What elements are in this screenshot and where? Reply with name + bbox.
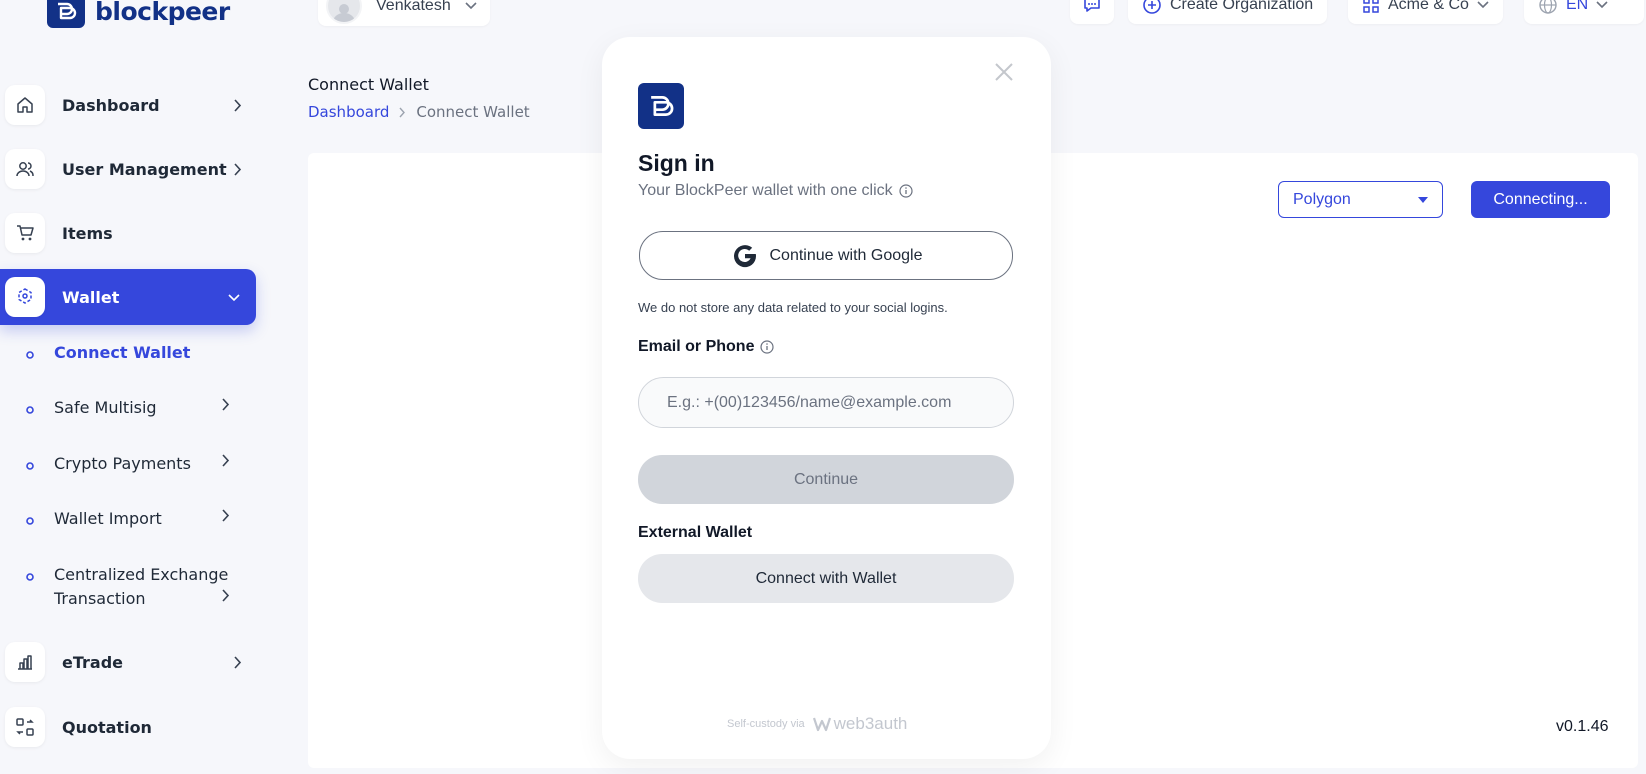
language-switcher[interactable]: EN xyxy=(1524,0,1644,24)
sidebar-item-items[interactable]: Items xyxy=(0,205,256,261)
external-wallet-label: External Wallet xyxy=(638,524,753,541)
web3auth-icon xyxy=(812,717,831,732)
sidebar-item-label: eTrade xyxy=(62,652,123,672)
sidebar-item-label: Wallet xyxy=(62,287,120,307)
web3auth-name: web3auth xyxy=(833,714,908,733)
blockpeer-logo-icon xyxy=(47,0,85,28)
chevron-down-icon xyxy=(228,294,240,302)
chevron-right-icon xyxy=(222,398,230,411)
web3auth-footer: Self-custody via web3auth xyxy=(727,714,907,734)
page-title: Connect Wallet xyxy=(308,75,429,94)
brand-logo[interactable]: blockpeer xyxy=(47,0,230,28)
chevron-right-icon xyxy=(222,589,230,602)
wallet-icon xyxy=(5,277,45,317)
email-phone-input[interactable] xyxy=(638,377,1014,428)
bullet-icon xyxy=(26,406,34,414)
chevron-right-icon xyxy=(222,454,230,467)
avatar xyxy=(326,0,362,24)
sidebar-item-wallet[interactable]: Wallet xyxy=(0,269,256,325)
chevron-down-icon xyxy=(1477,1,1489,9)
connect-with-wallet-button[interactable]: Connect with Wallet xyxy=(638,554,1014,603)
chevron-right-icon xyxy=(234,656,242,669)
chevron-right-icon xyxy=(399,107,406,117)
chevron-down-icon xyxy=(1596,1,1608,9)
breadcrumb: Dashboard Connect Wallet xyxy=(308,103,530,121)
bullet-icon xyxy=(26,573,34,581)
modal-title: Sign in xyxy=(638,150,715,176)
organization-switcher[interactable]: Acme & Co xyxy=(1348,0,1503,24)
modal-subtitle: Your BlockPeer wallet with one click xyxy=(638,182,913,200)
social-login-disclaimer: We do not store any data related to your… xyxy=(638,300,948,315)
sidebar-item-dashboard[interactable]: Dashboard xyxy=(0,77,256,133)
close-icon[interactable] xyxy=(993,61,1015,83)
brand-name: blockpeer xyxy=(95,0,230,26)
info-icon[interactable] xyxy=(899,184,913,198)
swap-icon xyxy=(5,707,45,747)
breadcrumb-current: Connect Wallet xyxy=(416,103,530,121)
sidebar-item-label: Quotation xyxy=(62,717,152,737)
email-phone-label: Email or Phone xyxy=(638,338,775,356)
sidebar-item-user-management[interactable]: User Management xyxy=(0,141,256,197)
modal-subtitle-text: Your BlockPeer wallet with one click xyxy=(638,182,893,199)
connect-wallet-button[interactable]: Connecting... xyxy=(1471,181,1610,218)
chevron-right-icon xyxy=(234,163,242,176)
google-icon xyxy=(733,244,756,267)
chevron-right-icon xyxy=(234,99,242,112)
footer-prefix: Self-custody via xyxy=(727,718,805,730)
home-icon xyxy=(5,85,45,125)
sidebar-item-label: Items xyxy=(62,223,113,243)
info-icon[interactable] xyxy=(760,340,775,354)
sidebar-subitem-label-line2: Transaction xyxy=(54,589,146,608)
sidebar-subitem-label: Safe Multisig xyxy=(54,398,157,417)
network-select-value: Polygon xyxy=(1293,190,1351,208)
bar-chart-icon xyxy=(5,642,45,682)
sidebar-subitem-label: Wallet Import xyxy=(54,509,162,528)
user-menu[interactable]: Venkatesh xyxy=(318,0,490,26)
sidebar-subitem-label: Crypto Payments xyxy=(54,454,191,473)
breadcrumb-dashboard[interactable]: Dashboard xyxy=(308,103,389,121)
bullet-icon xyxy=(26,351,34,359)
chevron-right-icon xyxy=(222,509,230,522)
create-organization-label: Create Organization xyxy=(1170,0,1314,13)
chat-button[interactable] xyxy=(1070,0,1114,24)
sidebar-item-quotation[interactable]: Quotation xyxy=(0,699,256,755)
bullet-icon xyxy=(26,462,34,470)
create-organization-button[interactable]: Create Organization xyxy=(1128,0,1328,24)
blockpeer-logo-icon xyxy=(638,83,684,129)
user-name: Venkatesh xyxy=(376,0,451,14)
caret-down-icon xyxy=(1418,196,1428,203)
grid-icon xyxy=(1363,0,1379,13)
chat-icon xyxy=(1084,0,1100,12)
cart-icon xyxy=(5,213,45,253)
globe-icon xyxy=(1539,0,1557,14)
sidebar-subitem-label: Connect Wallet xyxy=(54,343,191,362)
google-button-label: Continue with Google xyxy=(769,246,923,264)
continue-button[interactable]: Continue xyxy=(638,455,1014,504)
users-icon xyxy=(5,149,45,189)
app-version: v0.1.46 xyxy=(1556,718,1609,735)
organization-name: Acme & Co xyxy=(1388,0,1469,13)
sidebar-item-label: User Management xyxy=(62,159,227,179)
network-select[interactable]: Polygon xyxy=(1278,181,1443,218)
sidebar-item-label: Dashboard xyxy=(62,95,160,115)
email-phone-label-text: Email or Phone xyxy=(638,338,755,355)
sidebar-subitem-label: Centralized Exchange xyxy=(54,565,229,584)
continue-with-google-button[interactable]: Continue with Google xyxy=(639,231,1013,280)
web3auth-logo: web3auth xyxy=(812,714,908,734)
chevron-down-icon xyxy=(465,2,477,10)
sidebar-item-etrade[interactable]: eTrade xyxy=(0,634,256,690)
plus-circle-icon xyxy=(1143,0,1161,14)
bullet-icon xyxy=(26,517,34,525)
language-code: EN xyxy=(1566,0,1589,13)
